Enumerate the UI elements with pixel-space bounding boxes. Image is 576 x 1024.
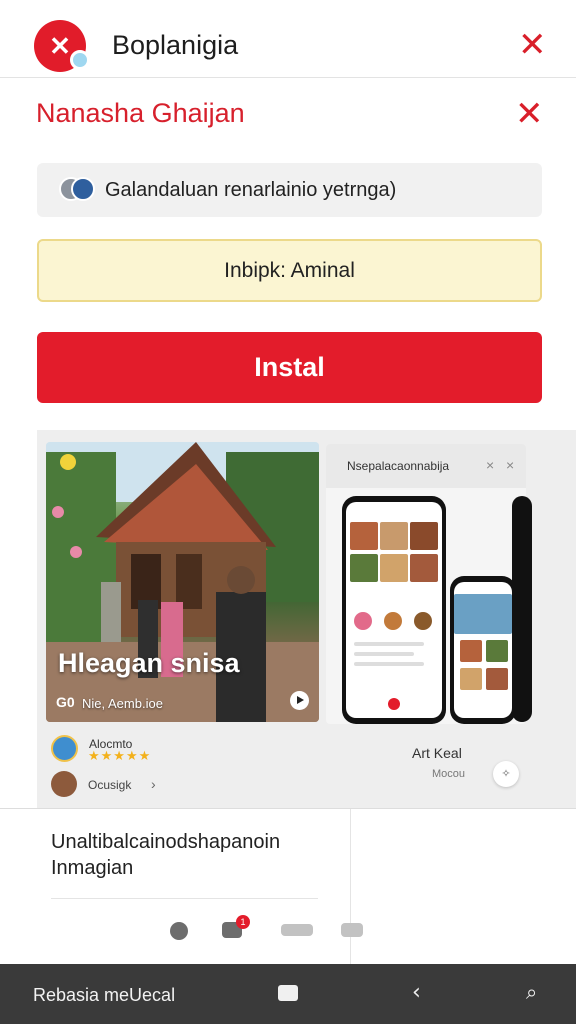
- back-icon[interactable]: ‹: [412, 980, 421, 1005]
- close-icon[interactable]: ×: [506, 457, 514, 473]
- info-text: Unaltibalcainodshapanoin Inmagian: [51, 831, 281, 879]
- close-icon[interactable]: ×: [486, 457, 494, 473]
- divider: [51, 898, 318, 899]
- phone-mockup: [342, 496, 446, 724]
- dialog-title: Nanasha Ghaijan: [36, 98, 245, 128]
- phone-mockup-partial: [512, 496, 532, 722]
- phone-screen: [454, 582, 512, 718]
- hero-subtitle: Nie, Aemb.ioe: [82, 696, 163, 711]
- chevron-right-icon[interactable]: ›: [151, 776, 156, 792]
- dialog-close-icon[interactable]: ✕: [515, 97, 544, 131]
- info-section: Unaltibalcainodshapanoin Inmagian 1: [0, 808, 576, 965]
- account-label: Galandaluan renarlainio yetrnga): [105, 179, 397, 201]
- avatar: [51, 735, 78, 762]
- screenshot-header: Nsepalacaonnabija × ×: [326, 444, 526, 488]
- play-icon[interactable]: [290, 691, 309, 710]
- hero-image[interactable]: Hleagan snisa G0 Nie, Aemb.ioe: [46, 442, 319, 722]
- divider: [350, 809, 351, 965]
- hero-count: G0: [56, 694, 75, 710]
- app-title: Boplanigia: [112, 30, 239, 60]
- app-logo-icon: ✕: [34, 20, 90, 72]
- install-button[interactable]: Instal: [37, 332, 542, 403]
- home-square-icon[interactable]: [278, 985, 298, 1001]
- sparkle-icon[interactable]: ✧: [493, 761, 519, 787]
- screenshot-title: Nsepalacaonnabija: [347, 459, 450, 473]
- notice-banner: Inbipk: Aminal: [37, 239, 542, 302]
- toggle-icon[interactable]: [281, 924, 313, 936]
- bottom-nav-bar: Rebasia meUecal ‹ ⌕: [0, 964, 576, 1024]
- avatar: [51, 771, 77, 797]
- house-illustration: [46, 442, 319, 722]
- nav-label: Rebasia meUecal: [33, 985, 176, 1005]
- notification-badge: 1: [236, 915, 250, 929]
- badge-icon: [70, 50, 90, 70]
- close-icon[interactable]: ✕: [518, 28, 547, 62]
- phone-mockup: [450, 576, 516, 724]
- info-icon[interactable]: [170, 922, 188, 940]
- reviewer-name: Ocusigk: [88, 778, 132, 792]
- app-bar: ✕ Boplanigia ✕: [0, 0, 576, 78]
- hero-caption: Hleagan snisa: [58, 648, 240, 678]
- star-rating-icon: ★★★★★: [88, 749, 152, 764]
- account-row[interactable]: Galandaluan renarlainio yetrnga): [37, 163, 542, 217]
- avatar-group: [59, 177, 95, 203]
- phone-screen: [346, 502, 442, 718]
- avatar: [71, 177, 95, 201]
- side-sublabel: Mocou: [432, 768, 466, 780]
- assistant-icon[interactable]: ⌕: [526, 980, 537, 1004]
- app-screenshot-panel[interactable]: Nsepalacaonnabija × ×: [326, 444, 526, 724]
- side-label: Art Keal: [412, 745, 462, 761]
- menu-icon[interactable]: [341, 923, 363, 937]
